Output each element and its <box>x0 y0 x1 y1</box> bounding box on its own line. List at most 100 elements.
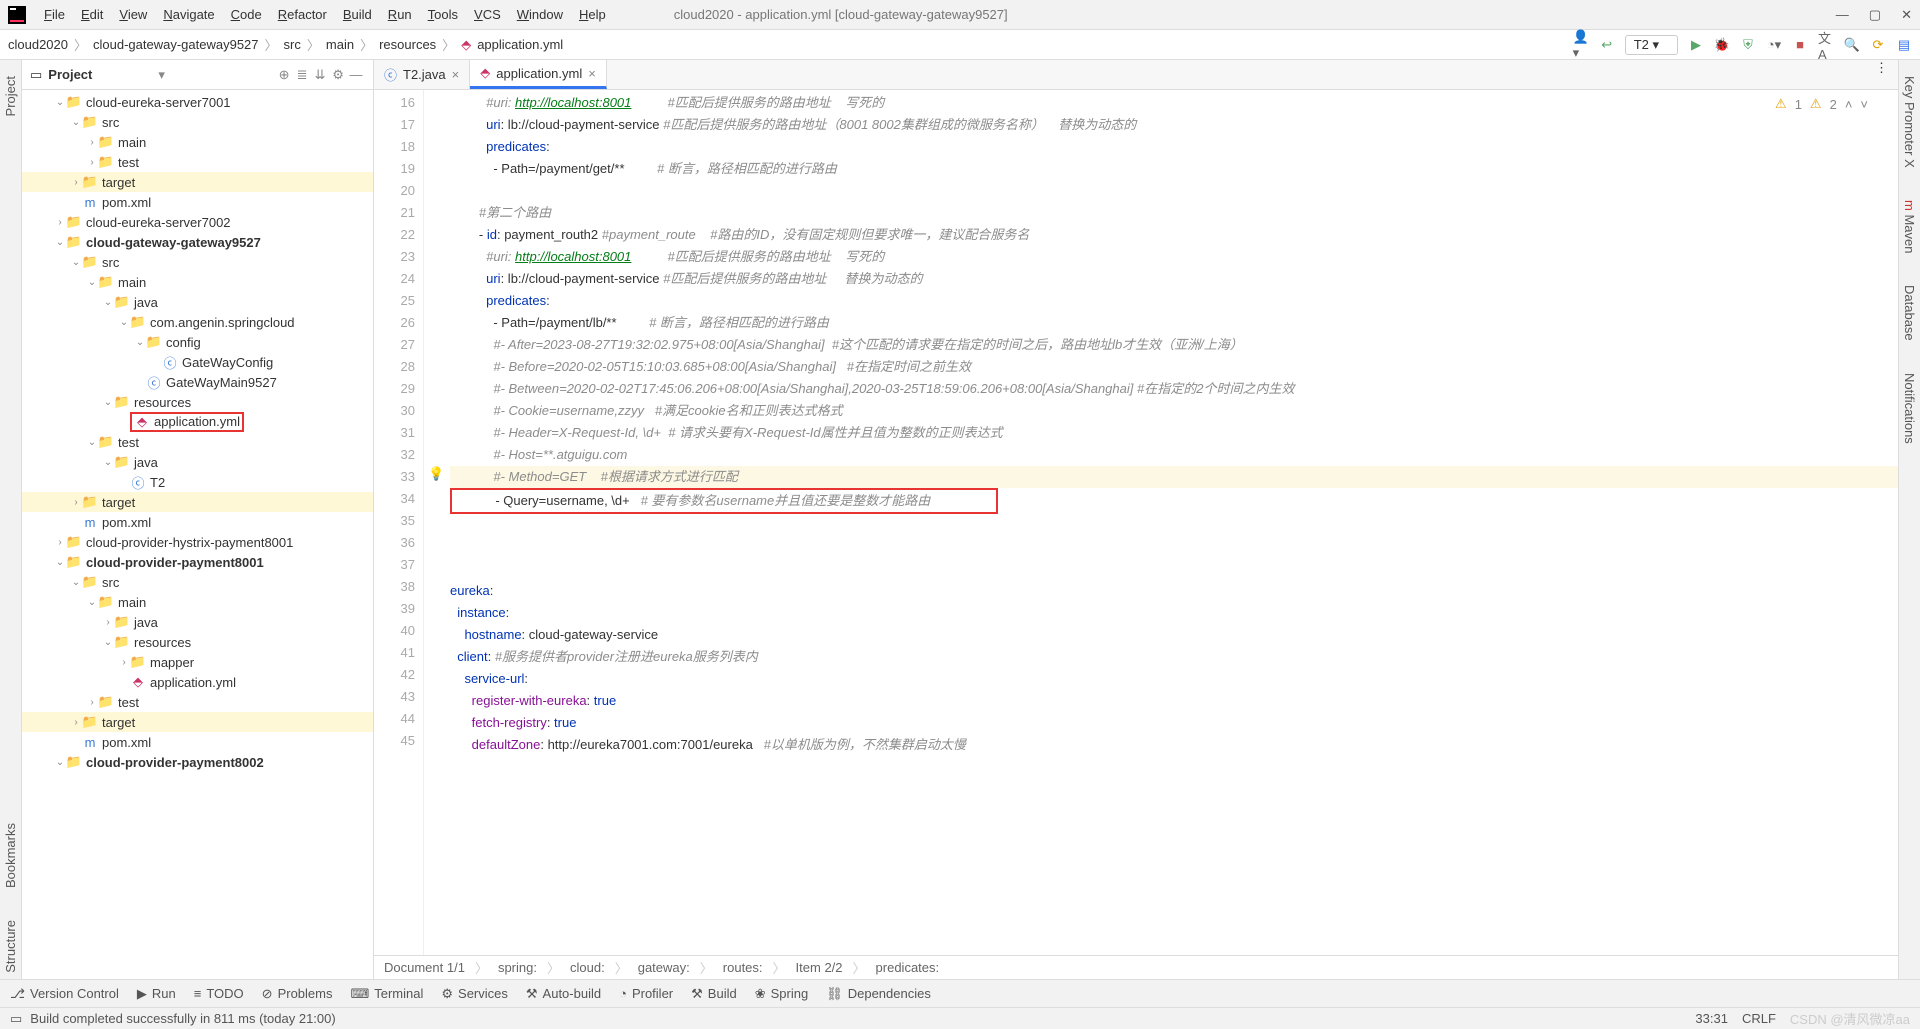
minimize-icon[interactable]: — <box>1836 7 1849 23</box>
code-line[interactable]: #- Before=2020-02-05T15:10:03.685+08:00[… <box>450 356 1898 378</box>
tree-item[interactable]: ⌄📁cloud-provider-payment8002 <box>22 752 373 772</box>
hide-icon[interactable]: — <box>347 67 365 82</box>
chevron-right-icon[interactable]: › <box>86 137 98 148</box>
run-icon[interactable]: ▶ <box>1688 37 1704 53</box>
back-icon[interactable]: ↩ <box>1599 37 1615 53</box>
chevron-down-icon[interactable]: ⌄ <box>86 277 98 288</box>
tree-item[interactable]: ⓒ T2 <box>22 472 373 492</box>
status-icon[interactable]: ▭ <box>10 1011 22 1027</box>
right-tab-database[interactable]: Database <box>1900 279 1919 347</box>
chevron-up-icon[interactable]: ˄ <box>1845 97 1853 112</box>
chevron-down-icon[interactable]: ⌄ <box>54 237 66 248</box>
tab-more-icon[interactable]: ⋮ <box>1865 60 1898 89</box>
tree-item[interactable]: ⬘application.yml <box>22 672 373 692</box>
tree-item[interactable]: m pom.xml <box>22 732 373 752</box>
menu-navigate[interactable]: Navigate <box>155 7 222 22</box>
tree-item[interactable]: ⓒ GateWayConfig <box>22 352 373 372</box>
code-line[interactable]: #uri: http://localhost:8001 #匹配后提供服务的路由地… <box>450 246 1898 268</box>
right-tab-keypromoter[interactable]: Key Promoter X <box>1900 70 1919 174</box>
tool-spring[interactable]: ❀Spring <box>755 986 808 1002</box>
code-line[interactable]: #uri: http://localhost:8001 #匹配后提供服务的路由地… <box>450 92 1898 114</box>
code-line[interactable]: #第二个路由 <box>450 202 1898 224</box>
tree-item[interactable]: ›📁mapper <box>22 652 373 672</box>
tool-problems[interactable]: ⊘Problems <box>262 986 333 1002</box>
tree-item[interactable]: ⌄📁main <box>22 592 373 612</box>
code-line[interactable]: predicates: <box>450 290 1898 312</box>
code-line[interactable]: #- Cookie=username,zzyy #满足cookie名和正则表达式… <box>450 400 1898 422</box>
tool-terminal[interactable]: ⌨Terminal <box>350 986 423 1002</box>
chevron-down-icon[interactable]: ⌄ <box>102 397 114 408</box>
project-tree[interactable]: ⌄📁cloud-eureka-server7001⌄📁src›📁main›📁te… <box>22 90 373 979</box>
chevron-right-icon[interactable]: › <box>70 177 82 188</box>
left-tab-project[interactable]: Project <box>1 70 20 122</box>
tree-item[interactable]: ⌄📁cloud-eureka-server7001 <box>22 92 373 112</box>
tree-item[interactable]: ⬘application.yml <box>22 412 373 432</box>
code-line[interactable]: #- Header=X-Request-Id, \d+ # 请求头要有X-Req… <box>450 422 1898 444</box>
tree-item[interactable]: m pom.xml <box>22 192 373 212</box>
tool-run[interactable]: ▶Run <box>137 986 176 1002</box>
left-tab-structure[interactable]: Structure <box>1 914 20 979</box>
editor-crumb[interactable]: Item 2/2 <box>796 960 843 975</box>
code-line[interactable]: predicates: <box>450 136 1898 158</box>
caret-position[interactable]: 33:31 <box>1695 1011 1728 1026</box>
tree-item[interactable]: ⌄📁cloud-provider-payment8001 <box>22 552 373 572</box>
intention-bulb-icon[interactable]: 💡 <box>428 466 444 482</box>
tree-item[interactable]: ⌄📁com.angenin.springcloud <box>22 312 373 332</box>
code-line[interactable] <box>450 514 1898 536</box>
tree-item[interactable]: m pom.xml <box>22 512 373 532</box>
expand-icon[interactable]: ≣ <box>293 67 311 83</box>
code-line[interactable]: eureka: <box>450 580 1898 602</box>
tree-item[interactable]: ⌄📁resources <box>22 392 373 412</box>
editor-crumb[interactable]: gateway: <box>638 960 690 975</box>
chevron-right-icon[interactable]: › <box>54 217 66 228</box>
tree-item[interactable]: ⌄📁src <box>22 112 373 132</box>
crumb[interactable]: application.yml <box>477 37 563 52</box>
tree-item[interactable]: ⌄📁java <box>22 292 373 312</box>
code-line[interactable]: fetch-registry: true <box>450 712 1898 734</box>
code-line[interactable]: #- Host=**.atguigu.com <box>450 444 1898 466</box>
editor-crumb[interactable]: cloud: <box>570 960 605 975</box>
code-line[interactable]: uri: lb://cloud-payment-service #匹配后提供服务… <box>450 268 1898 290</box>
chevron-down-icon[interactable]: ⌄ <box>70 577 82 588</box>
chevron-down-icon[interactable]: ⌄ <box>54 757 66 768</box>
editor-crumb[interactable]: spring: <box>498 960 537 975</box>
chevron-right-icon[interactable]: › <box>54 537 66 548</box>
tool-auto-build[interactable]: ⚒Auto-build <box>526 986 601 1002</box>
code-line[interactable]: defaultZone: http://eureka7001.com:7001/… <box>450 734 1898 756</box>
chevron-down-icon[interactable]: ⌄ <box>102 457 114 468</box>
chevron-down-icon[interactable]: ⌄ <box>54 97 66 108</box>
code-line[interactable]: hostname: cloud-gateway-service <box>450 624 1898 646</box>
code-line[interactable] <box>450 536 1898 558</box>
ai-icon[interactable]: ▤ <box>1896 37 1912 53</box>
code-line[interactable]: - Path=/payment/get/** # 断言，路径相匹配的进行路由 <box>450 158 1898 180</box>
tree-item[interactable]: ⌄📁java <box>22 452 373 472</box>
chevron-right-icon[interactable]: › <box>102 617 114 628</box>
tree-item[interactable]: ⌄📁resources <box>22 632 373 652</box>
editor-tab[interactable]: ⬘application.yml× <box>470 60 607 89</box>
code-line[interactable] <box>450 558 1898 580</box>
tree-item[interactable]: ›📁java <box>22 612 373 632</box>
profile-icon[interactable]: ◔▾ <box>1766 37 1782 53</box>
tree-item[interactable]: ⌄📁main <box>22 272 373 292</box>
tree-item[interactable]: ⌄📁cloud-gateway-gateway9527 <box>22 232 373 252</box>
crumb[interactable]: src <box>284 37 301 52</box>
chevron-right-icon[interactable]: › <box>118 657 130 668</box>
search-icon[interactable]: 🔍 <box>1844 37 1860 53</box>
tool-profiler[interactable]: ◔Profiler <box>619 986 673 1001</box>
debug-icon[interactable]: 🐞 <box>1714 37 1730 53</box>
code-line[interactable]: - Query=username, \d+ # 要有参数名username并且值… <box>450 488 1898 514</box>
menu-window[interactable]: Window <box>509 7 571 22</box>
close-tab-icon[interactable]: × <box>588 66 596 81</box>
tool-version-control[interactable]: ⎇Version Control <box>10 986 119 1002</box>
menu-help[interactable]: Help <box>571 7 614 22</box>
menu-build[interactable]: Build <box>335 7 380 22</box>
tree-item[interactable]: ›📁test <box>22 152 373 172</box>
tree-item[interactable]: ⌄📁src <box>22 252 373 272</box>
tree-item[interactable]: ›📁target <box>22 712 373 732</box>
editor-tab[interactable]: ⓒT2.java× <box>374 60 470 89</box>
code-line[interactable]: client: #服务提供者provider注册进eureka服务列表内 <box>450 646 1898 668</box>
code-line[interactable]: - id: payment_routh2 #payment_route #路由的… <box>450 224 1898 246</box>
user-icon[interactable]: 👤▾ <box>1573 37 1589 53</box>
right-tab-maven[interactable]: m Maven <box>1900 194 1919 260</box>
crumb[interactable]: main <box>326 37 354 52</box>
